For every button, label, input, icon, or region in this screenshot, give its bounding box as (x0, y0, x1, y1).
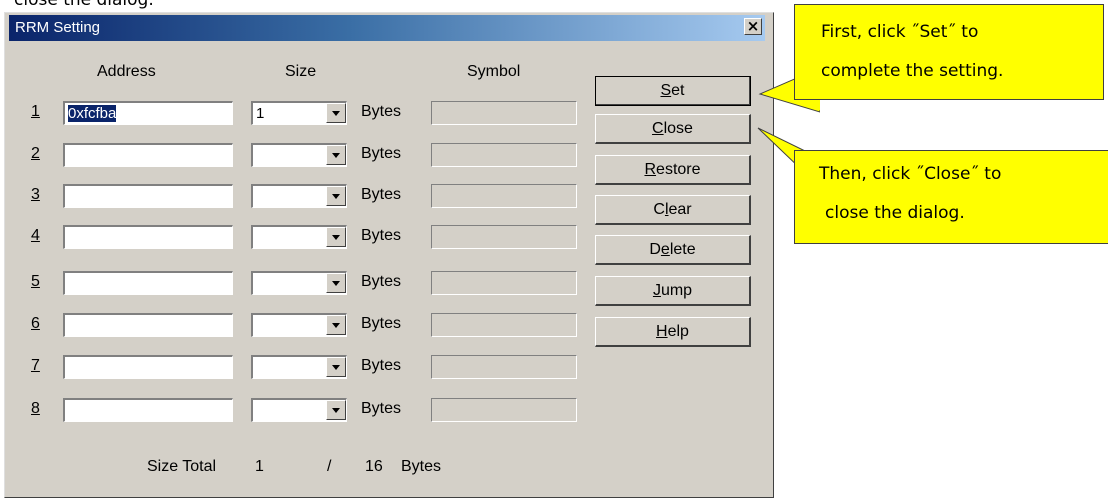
top-caption-text: close the dialog. (14, 0, 154, 10)
callout-then-line1: Then, click ˝Close˝ to (819, 164, 1002, 184)
row-number-1: 1 (31, 103, 40, 120)
row-number-8: 8 (31, 400, 40, 417)
close-button[interactable]: Close (595, 114, 751, 144)
chevron-down-icon[interactable] (326, 145, 346, 165)
address-input-3[interactable] (63, 184, 233, 208)
dialog-title: RRM Setting (15, 19, 101, 36)
size-total-current: 1 (255, 458, 264, 475)
row-number-2: 2 (31, 145, 40, 162)
address-input-2[interactable] (63, 143, 233, 167)
close-window-icon[interactable]: × (744, 18, 762, 35)
size-combo-4[interactable] (251, 225, 347, 249)
symbol-field-1 (431, 101, 577, 125)
bytes-label-6: Bytes (361, 315, 402, 332)
chevron-down-icon[interactable] (326, 186, 346, 206)
size-total-separator: / (327, 458, 332, 475)
size-combo-7[interactable] (251, 355, 347, 379)
column-header-size: Size (285, 63, 317, 80)
callout-then-line2: close the dialog. (825, 203, 965, 223)
symbol-field-5 (431, 271, 577, 295)
row-number-5: 5 (31, 273, 40, 290)
symbol-field-6 (431, 313, 577, 337)
bytes-label-2: Bytes (361, 145, 402, 162)
row-number-6: 6 (31, 315, 40, 332)
size-combo-1[interactable]: 1 (251, 101, 347, 125)
chevron-down-icon[interactable] (326, 273, 346, 293)
address-input-4[interactable] (63, 225, 233, 249)
address-input-1[interactable]: 0xfcfba (63, 101, 233, 125)
help-button[interactable]: Help (595, 317, 751, 347)
row-number-7: 7 (31, 357, 40, 374)
column-header-symbol: Symbol (467, 63, 521, 80)
bytes-label-7: Bytes (361, 357, 402, 374)
jump-button[interactable]: Jump (595, 276, 751, 306)
dialog-titlebar[interactable]: RRM Setting × (9, 15, 765, 41)
chevron-down-icon[interactable] (326, 400, 346, 420)
chevron-down-icon[interactable] (326, 103, 346, 123)
bytes-label-3: Bytes (361, 186, 402, 203)
clear-button[interactable]: Clear (595, 195, 751, 225)
bytes-label-5: Bytes (361, 273, 402, 290)
chevron-down-icon[interactable] (326, 227, 346, 247)
size-value-1: 1 (256, 105, 265, 122)
restore-button[interactable]: Restore (595, 155, 751, 185)
address-value-1: 0xfcfba (68, 105, 117, 122)
size-total-label: Size Total (147, 458, 217, 475)
row-number-4: 4 (31, 227, 40, 244)
chevron-down-icon[interactable] (326, 357, 346, 377)
bytes-label-4: Bytes (361, 227, 402, 244)
size-combo-2[interactable] (251, 143, 347, 167)
symbol-field-7 (431, 355, 577, 379)
address-input-6[interactable] (63, 313, 233, 337)
symbol-field-2 (431, 143, 577, 167)
bytes-label-1: Bytes (361, 103, 402, 120)
rrm-setting-dialog: RRM Setting × Address Size Symbol 1 0xfcf… (4, 12, 774, 498)
symbol-field-3 (431, 184, 577, 208)
callout-first-line2: complete the setting. (821, 61, 1004, 81)
delete-button[interactable]: Delete (595, 235, 751, 265)
address-input-5[interactable] (63, 271, 233, 295)
set-button[interactable]: Set (595, 76, 751, 106)
size-total-max: 16 (365, 458, 383, 475)
callout-then: Then, click ˝Close˝ to close the dialog. (794, 150, 1108, 244)
row-number-3: 3 (31, 186, 40, 203)
size-combo-8[interactable] (251, 398, 347, 422)
size-combo-3[interactable] (251, 184, 347, 208)
column-header-address: Address (97, 63, 156, 80)
callout-first-line1: First, click ˝Set˝ to (821, 22, 979, 42)
callout-first: First, click ˝Set˝ to complete the setti… (794, 4, 1104, 100)
size-combo-5[interactable] (251, 271, 347, 295)
symbol-field-4 (431, 225, 577, 249)
size-total-unit: Bytes (401, 458, 442, 475)
address-input-7[interactable] (63, 355, 233, 379)
chevron-down-icon[interactable] (326, 315, 346, 335)
symbol-field-8 (431, 398, 577, 422)
address-input-8[interactable] (63, 398, 233, 422)
size-combo-6[interactable] (251, 313, 347, 337)
bytes-label-8: Bytes (361, 400, 402, 417)
